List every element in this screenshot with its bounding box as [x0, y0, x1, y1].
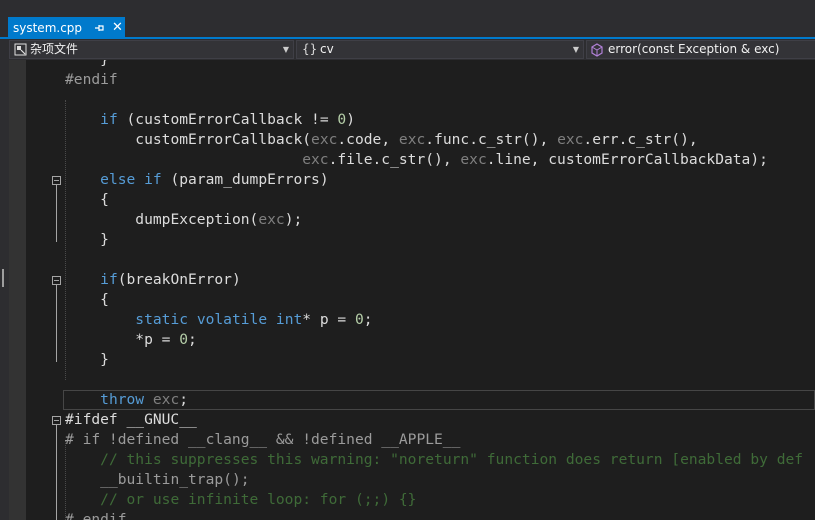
code-line: #endif	[65, 71, 118, 88]
scroll-marker	[2, 269, 4, 287]
pin-icon[interactable]	[92, 17, 106, 39]
code-line: }	[100, 351, 109, 368]
member-label: error(const Exception & exc)	[608, 42, 780, 56]
fold-line	[56, 425, 57, 520]
code-line: {	[100, 291, 109, 308]
fold-toggle-icon[interactable]	[52, 416, 61, 425]
code-line: *p = 0;	[135, 331, 197, 348]
code-line: // this suppresses this warning: "noretu…	[100, 451, 804, 468]
code-line: static volatile int* p = 0;	[135, 311, 373, 328]
code-line: __builtin_trap();	[100, 471, 250, 488]
code-line: else if (param_dumpErrors)	[100, 171, 329, 188]
code-editor[interactable]: } #endif if (customErrorCallback != 0) c…	[0, 60, 815, 520]
tab-system-cpp[interactable]: system.cpp ✕	[8, 17, 125, 39]
code-line: #ifdef __GNUC__	[65, 411, 197, 428]
code-line: exc.file.c_str(), exc.line, customErrorC…	[302, 151, 768, 168]
navigation-bar: 杂项文件 ▼ {} cv ▼ error(const Exception & e…	[0, 39, 815, 60]
fold-toggle-icon[interactable]	[52, 276, 61, 285]
project-dropdown[interactable]: 杂项文件 ▼	[9, 40, 294, 59]
code-line: {	[100, 191, 109, 208]
code-line: // or use infinite loop: for (;;) {}	[100, 491, 417, 508]
scope-dropdown[interactable]: {} cv ▼	[296, 40, 584, 59]
chevron-down-icon[interactable]: ▼	[283, 41, 289, 58]
project-label: 杂项文件	[30, 42, 79, 56]
code-line: # if !defined __clang__ && !defined __AP…	[65, 431, 461, 448]
code-line: # endif	[65, 511, 127, 520]
fold-line	[56, 285, 57, 362]
tab-title: system.cpp	[13, 21, 83, 35]
namespace-icon: {}	[302, 42, 318, 56]
fold-line	[56, 185, 57, 242]
chevron-down-icon[interactable]: ▼	[573, 41, 579, 58]
left-margin	[0, 60, 9, 520]
code-line: dumpException(exc);	[135, 211, 303, 228]
code-line: if (customErrorCallback != 0)	[100, 111, 355, 128]
code-line: customErrorCallback(exc.code, exc.func.c…	[135, 131, 698, 148]
code-line: }	[65, 60, 109, 70]
member-dropdown[interactable]: error(const Exception & exc)	[586, 40, 815, 59]
close-icon[interactable]: ✕	[112, 17, 123, 39]
tab-strip: system.cpp ✕	[0, 0, 815, 39]
fold-toggle-icon[interactable]	[52, 176, 61, 185]
code-line: }	[100, 231, 109, 248]
glyph-margin	[9, 60, 26, 520]
code-line: throw exc;	[100, 391, 189, 408]
code-line: if(breakOnError)	[100, 271, 241, 288]
scope-label: cv	[320, 42, 334, 56]
